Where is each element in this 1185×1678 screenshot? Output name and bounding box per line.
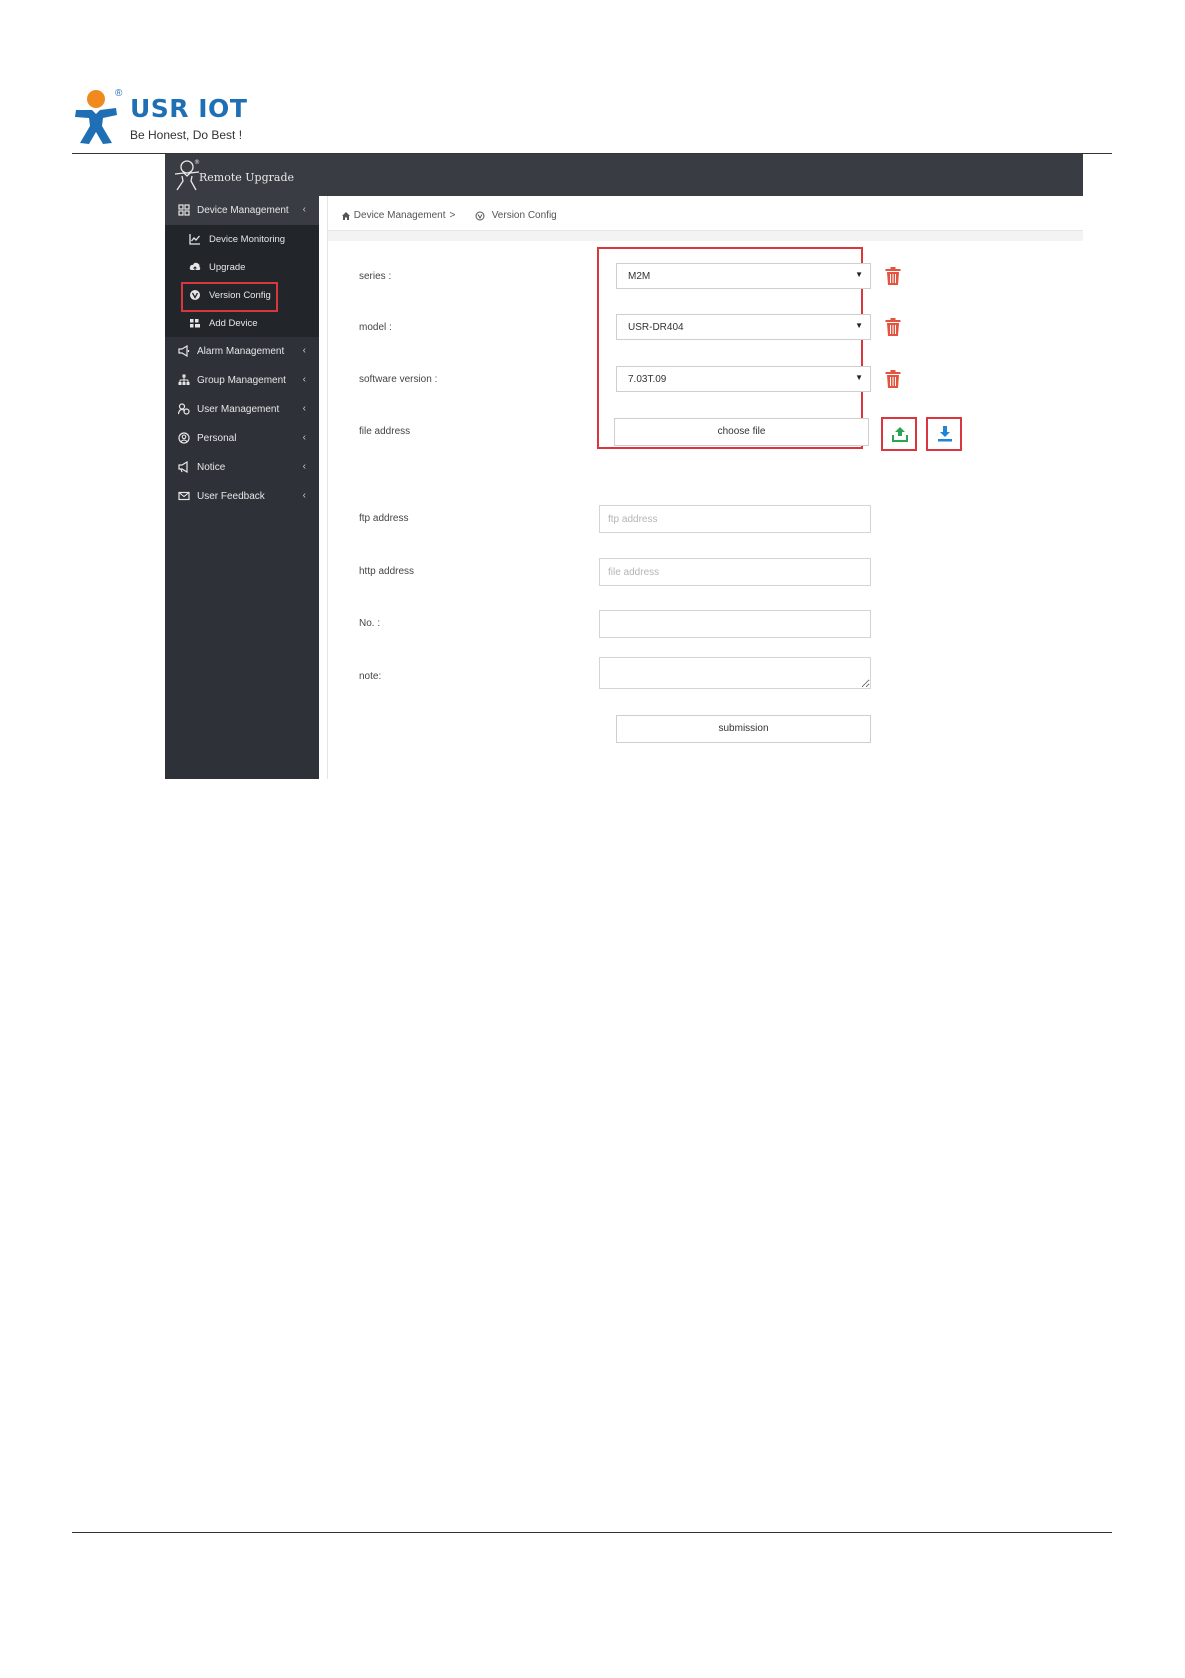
sidebar-item-label: Alarm Management bbox=[197, 346, 285, 357]
sidebar-subitem-device-monitoring[interactable]: Device Monitoring bbox=[165, 225, 319, 253]
chevron-left-icon: ‹ bbox=[302, 204, 306, 215]
users-icon bbox=[178, 403, 190, 415]
bullhorn-icon bbox=[178, 461, 188, 473]
sidebar-item-user-management[interactable]: User Management ‹ bbox=[165, 395, 319, 424]
chevron-left-icon: ‹ bbox=[302, 345, 306, 356]
caret-down-icon: ▼ bbox=[855, 270, 863, 279]
person-outline-icon: ® bbox=[174, 159, 200, 191]
model-value: USR-DR404 bbox=[628, 322, 684, 333]
sidebar-item-user-feedback[interactable]: User Feedback ‹ bbox=[165, 482, 319, 511]
logo-text: USR IOT bbox=[130, 94, 248, 123]
choose-file-button[interactable]: choose file bbox=[614, 418, 869, 446]
number-input[interactable] bbox=[599, 610, 871, 638]
logo-slogan: Be Honest, Do Best ! bbox=[130, 128, 243, 142]
chevron-left-icon: ‹ bbox=[302, 490, 306, 501]
app-window: ® Remote Upgrade Device Management ‹ Dev… bbox=[165, 154, 1083, 779]
chevron-left-icon: ‹ bbox=[302, 461, 306, 472]
ftp-address-input[interactable] bbox=[599, 505, 871, 533]
sidebar-item-group-management[interactable]: Group Management ‹ bbox=[165, 366, 319, 395]
sidebar-subitem-label: Add Device bbox=[209, 318, 258, 329]
home-icon bbox=[342, 211, 350, 220]
upload-icon bbox=[892, 427, 908, 442]
registered-mark: ® bbox=[115, 88, 123, 99]
note-textarea[interactable] bbox=[599, 657, 871, 689]
sidebar-item-device-management[interactable]: Device Management ‹ bbox=[165, 196, 319, 225]
note-label: note: bbox=[359, 671, 382, 682]
sidebar-item-label: Notice bbox=[197, 462, 226, 473]
company-logo: ® USR IOT Be Honest, Do Best ! bbox=[72, 88, 262, 148]
http-address-label: http address bbox=[359, 566, 415, 577]
delete-model-trash-icon[interactable] bbox=[885, 318, 901, 336]
line-chart-icon bbox=[189, 234, 200, 245]
add-users-icon bbox=[190, 319, 200, 328]
sidebar-item-label: Personal bbox=[197, 433, 237, 444]
caret-down-icon: ▼ bbox=[855, 373, 863, 382]
envelope-icon bbox=[178, 491, 190, 501]
sidebar-item-notice[interactable]: Notice ‹ bbox=[165, 453, 319, 482]
megaphone-icon bbox=[178, 345, 190, 357]
svg-text:®: ® bbox=[194, 159, 200, 166]
sitemap-icon bbox=[178, 374, 190, 385]
cloud-upload-icon bbox=[189, 262, 201, 271]
breadcrumb-parent[interactable]: Device Management bbox=[354, 210, 446, 221]
sidebar-item-label: Group Management bbox=[197, 375, 286, 386]
grid-icon bbox=[178, 204, 190, 216]
sidebar-subitem-upgrade[interactable]: Upgrade bbox=[165, 253, 319, 281]
main-content: Device Management > Version Config series… bbox=[319, 196, 1083, 779]
sidebar-subitem-label: Device Monitoring bbox=[209, 234, 286, 245]
download-icon bbox=[938, 426, 952, 442]
chevron-left-icon: ‹ bbox=[302, 432, 306, 443]
sidebar-item-label: User Management bbox=[197, 404, 280, 415]
breadcrumb-band bbox=[328, 231, 1083, 241]
breadcrumb: Device Management > Version Config bbox=[328, 200, 1083, 231]
sidebar-subitem-add-device[interactable]: Add Device bbox=[165, 309, 319, 337]
software-version-label: software version : bbox=[359, 374, 438, 385]
app-title: Remote Upgrade bbox=[199, 171, 294, 184]
sidebar-subitem-label: Upgrade bbox=[209, 262, 246, 273]
series-select[interactable]: M2M ▼ bbox=[616, 263, 871, 289]
sidebar-item-label: User Feedback bbox=[197, 491, 265, 502]
app-brand[interactable]: ® Remote Upgrade bbox=[165, 154, 319, 196]
software-version-value: 7.03T.09 bbox=[628, 374, 667, 385]
number-label: No. : bbox=[359, 618, 381, 629]
series-label: series : bbox=[359, 271, 392, 282]
model-select[interactable]: USR-DR404 ▼ bbox=[616, 314, 871, 340]
download-button[interactable] bbox=[926, 417, 962, 451]
http-address-input[interactable] bbox=[599, 558, 871, 586]
ftp-address-label: ftp address bbox=[359, 513, 409, 524]
upload-button[interactable] bbox=[881, 417, 917, 451]
sidebar-item-label: Device Management bbox=[197, 205, 289, 216]
sidebar: ® Remote Upgrade Device Management ‹ Dev… bbox=[165, 154, 319, 779]
model-label: model : bbox=[359, 322, 392, 333]
chevron-left-icon: ‹ bbox=[302, 374, 306, 385]
version-icon bbox=[475, 211, 485, 220]
chevron-left-icon: ‹ bbox=[302, 403, 306, 414]
breadcrumb-separator: > bbox=[449, 210, 456, 221]
software-version-select[interactable]: 7.03T.09 ▼ bbox=[616, 366, 871, 392]
breadcrumb-current: Version Config bbox=[491, 210, 557, 221]
footer-rule bbox=[72, 1532, 1112, 1533]
series-value: M2M bbox=[628, 271, 651, 282]
sidebar-item-alarm-management[interactable]: Alarm Management ‹ bbox=[165, 337, 319, 366]
content-divider bbox=[327, 196, 328, 779]
delete-series-trash-icon[interactable] bbox=[885, 267, 901, 285]
caret-down-icon: ▼ bbox=[855, 321, 863, 330]
sidebar-item-personal[interactable]: Personal ‹ bbox=[165, 424, 319, 453]
file-address-label: file address bbox=[359, 426, 411, 437]
submission-button[interactable]: submission bbox=[616, 715, 871, 743]
user-circle-icon bbox=[178, 432, 190, 444]
delete-version-trash-icon[interactable] bbox=[885, 370, 901, 388]
version-config-highlight bbox=[181, 282, 278, 312]
